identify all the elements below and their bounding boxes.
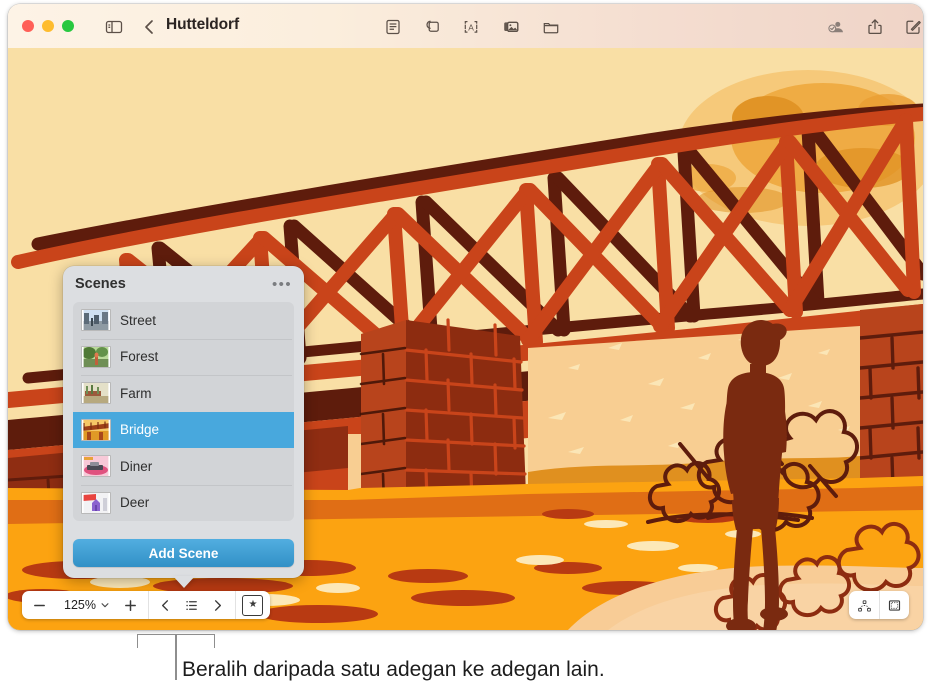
shape-icon[interactable] — [422, 17, 442, 37]
collaborate-icon[interactable] — [826, 17, 846, 37]
traffic-light-group — [22, 20, 74, 32]
layout-button[interactable] — [879, 591, 909, 619]
list-item[interactable]: Forest — [73, 339, 294, 376]
navigation-controls — [148, 591, 235, 619]
animate-button[interactable] — [849, 591, 879, 619]
compose-icon[interactable] — [903, 17, 923, 37]
share-icon[interactable] — [865, 17, 885, 37]
media-a-icon[interactable]: A — [461, 17, 481, 37]
favorite-group: ★ — [235, 591, 270, 619]
callout-caption: Beralih daripada satu adegan ke adegan l… — [182, 658, 605, 682]
scene-thumbnail-diner — [81, 455, 111, 477]
sidebar-toggle-icon[interactable] — [104, 17, 124, 37]
favorite-button[interactable]: ★ — [240, 592, 266, 618]
scene-name: Forest — [120, 349, 158, 364]
app-window: Hutteldorf — [8, 4, 923, 630]
list-item[interactable]: Deer — [73, 485, 294, 522]
minimize-button[interactable] — [42, 20, 54, 32]
image-icon[interactable] — [501, 17, 521, 37]
add-scene-button[interactable]: Add Scene — [73, 539, 294, 567]
list-item[interactable]: Street — [73, 302, 294, 339]
popover-pointer — [173, 576, 195, 588]
more-options-icon[interactable]: ••• — [272, 278, 292, 292]
window-titlebar: Hutteldorf — [8, 4, 923, 49]
chevron-down-icon[interactable] — [99, 592, 111, 618]
scene-name: Diner — [120, 459, 152, 474]
screenshot-root: Hutteldorf — [0, 0, 931, 700]
next-scene-button[interactable] — [205, 592, 231, 618]
zoom-level-value: 125% — [59, 598, 99, 612]
list-item-selected[interactable]: Bridge — [73, 412, 294, 449]
close-button[interactable] — [22, 20, 34, 32]
scene-name: Street — [120, 313, 156, 328]
text-icon[interactable] — [383, 17, 403, 37]
star-icon: ★ — [242, 595, 263, 616]
scene-name: Bridge — [120, 422, 159, 437]
scene-name: Deer — [120, 495, 149, 510]
document-title: Hutteldorf — [166, 16, 239, 34]
folder-icon[interactable] — [541, 17, 561, 37]
callout-stem — [175, 634, 177, 680]
zoom-out-button[interactable] — [26, 592, 52, 618]
scene-thumbnail-forest — [81, 346, 111, 368]
popover-header: Scenes ••• — [75, 274, 294, 298]
previous-scene-button[interactable] — [153, 592, 179, 618]
back-chevron-icon[interactable] — [142, 18, 156, 36]
scene-thumbnail-street — [81, 309, 111, 331]
scene-name: Farm — [120, 386, 152, 401]
scene-list[interactable]: Street — [73, 302, 294, 521]
scene-thumbnail-farm — [81, 382, 111, 404]
zoom-button[interactable] — [62, 20, 74, 32]
bottom-right-toolbar — [849, 591, 909, 619]
popover-title: Scenes — [75, 276, 126, 292]
svg-text:A: A — [468, 22, 474, 32]
list-item[interactable]: Farm — [73, 375, 294, 412]
zoom-controls: 125% — [22, 591, 148, 619]
scene-thumbnail-deer — [81, 492, 111, 514]
bottom-left-toolbar: 125% — [22, 591, 270, 619]
list-item[interactable]: Diner — [73, 448, 294, 485]
zoom-in-button[interactable] — [118, 592, 144, 618]
scene-thumbnail-bridge — [81, 419, 111, 441]
scenes-popover: Scenes ••• — [63, 266, 304, 578]
scene-list-button[interactable] — [179, 592, 205, 618]
